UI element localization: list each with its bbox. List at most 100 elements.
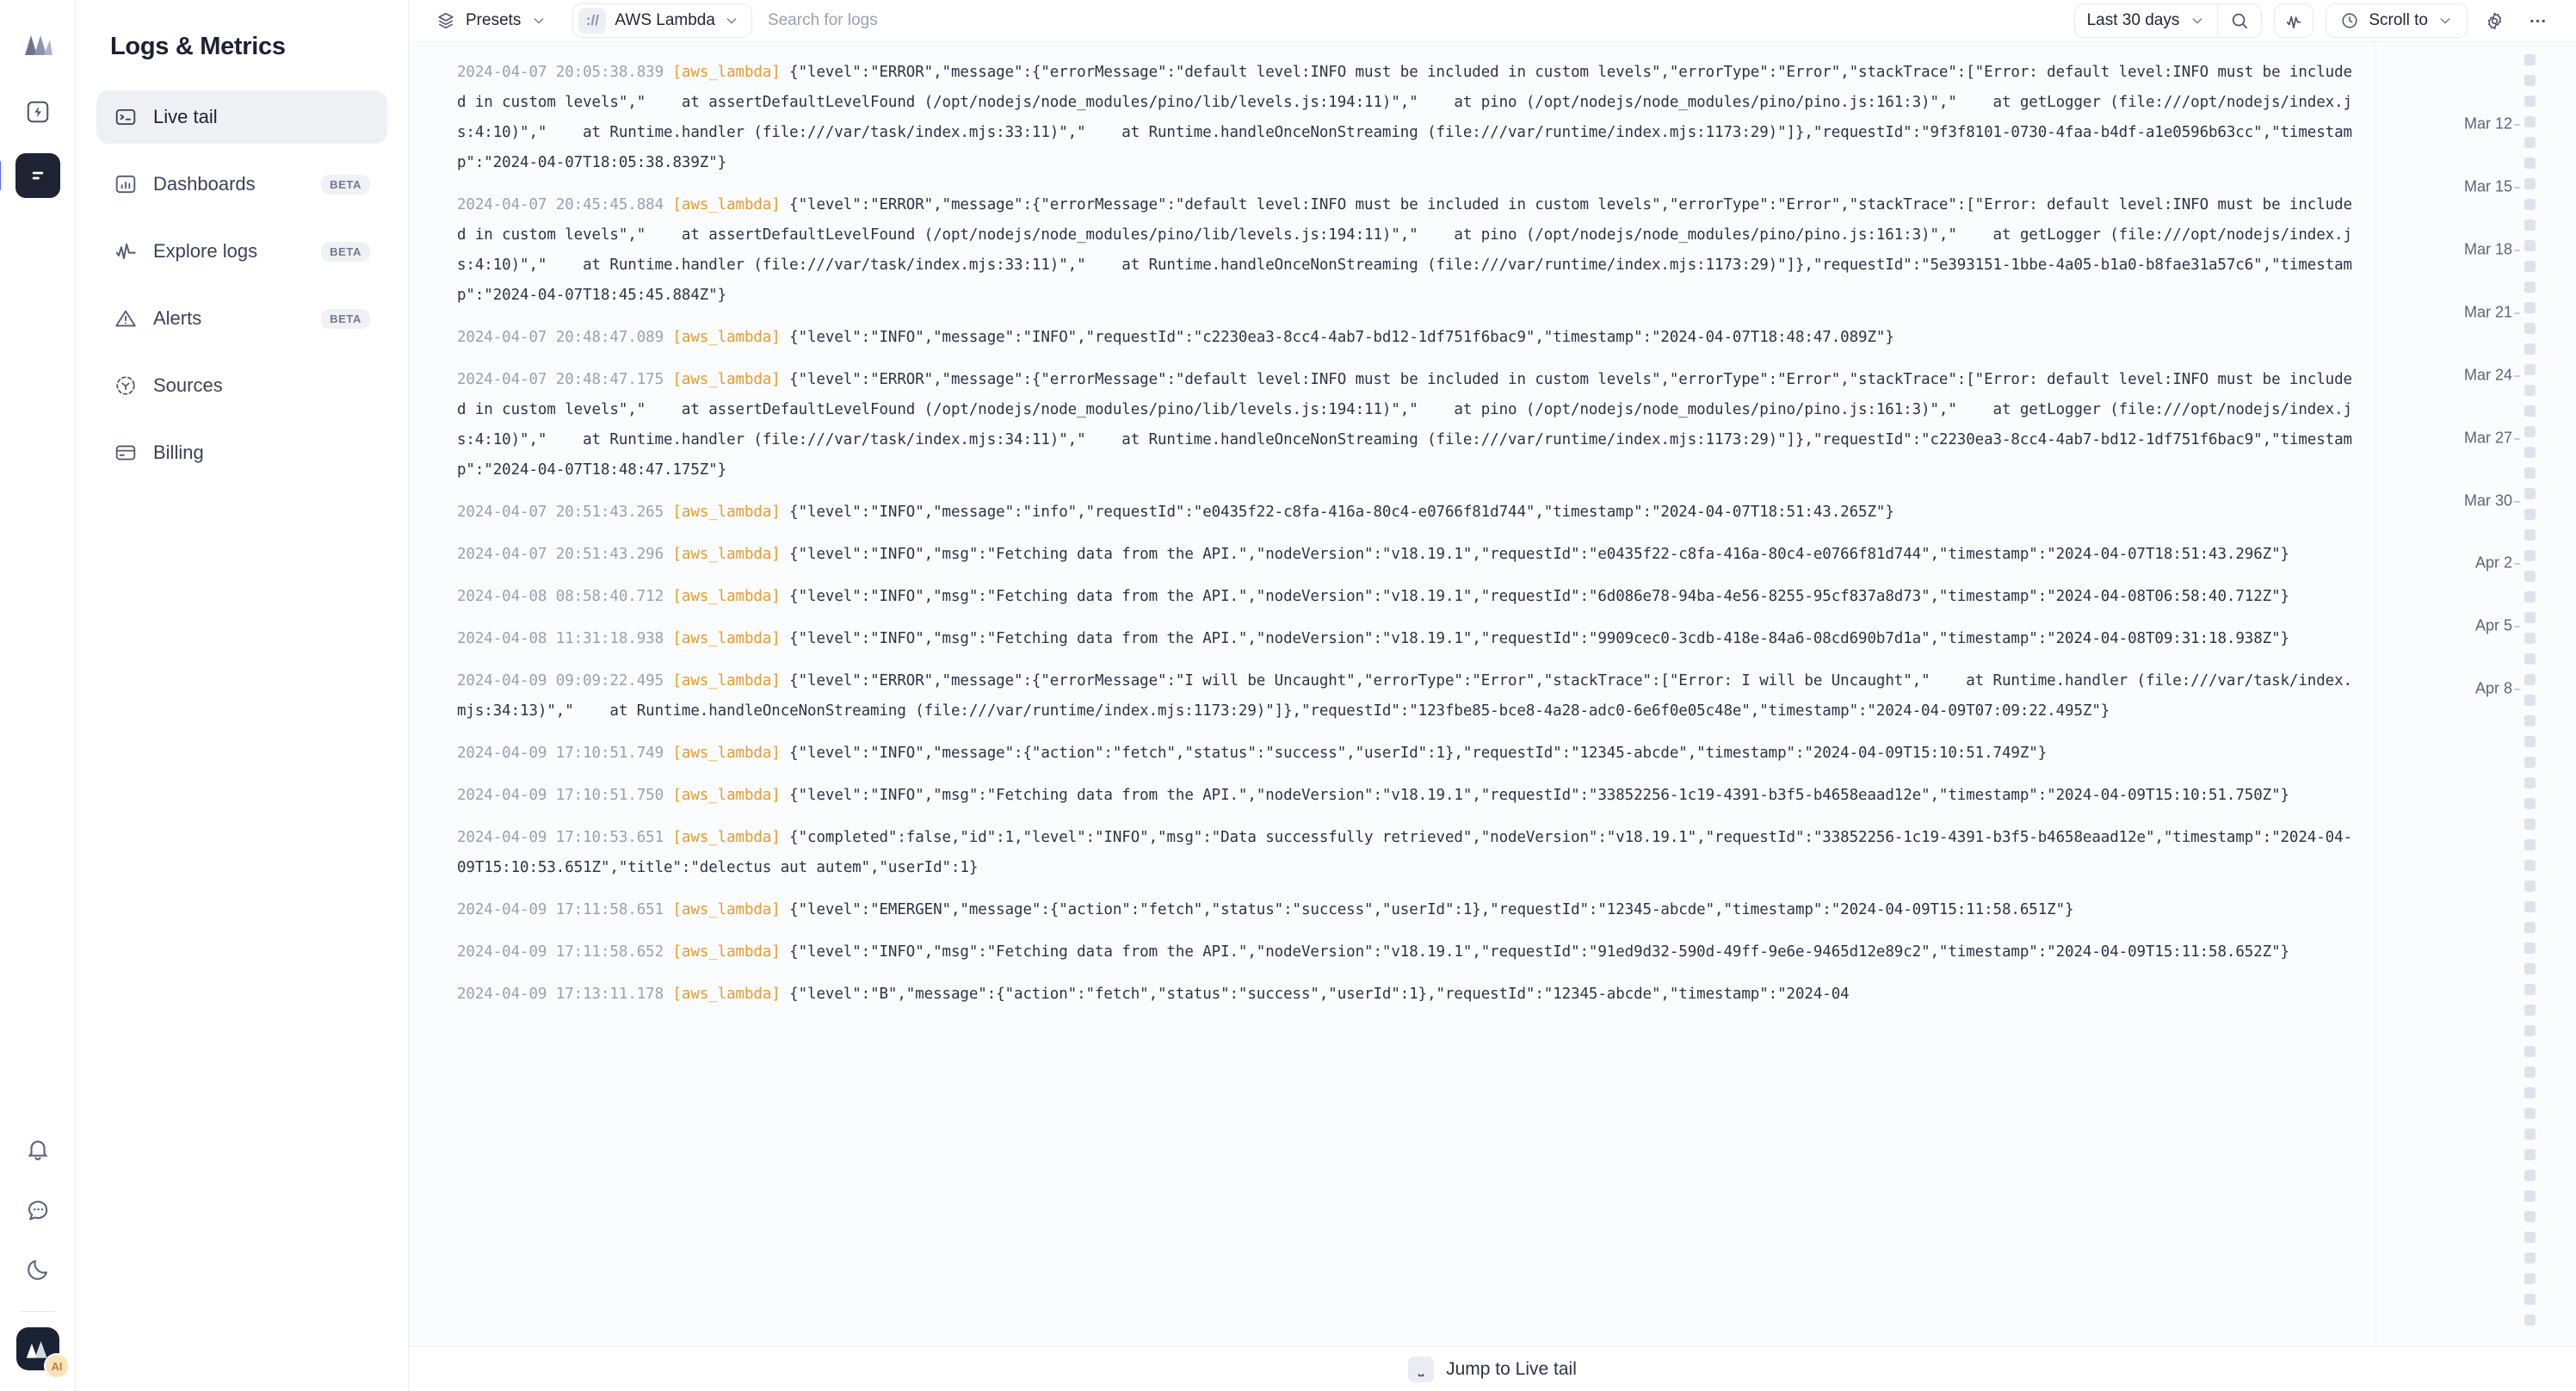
log-message: {"level":"INFO","message":"INFO","reques… xyxy=(789,329,1894,346)
timeline-dot xyxy=(2524,1314,2536,1326)
rail-item-theme[interactable] xyxy=(15,1247,60,1292)
timeline-dot xyxy=(2524,302,2536,313)
rail-item-logs[interactable] xyxy=(0,153,60,198)
log-message: {"level":"EMERGEN","message":{"action":"… xyxy=(789,901,2074,918)
scroll-to-selector[interactable]: Scroll to xyxy=(2326,3,2468,38)
timeline-dot xyxy=(2524,199,2536,210)
live-metrics-button[interactable] xyxy=(2274,3,2314,38)
log-entry[interactable]: 2024-04-09 17:10:51.749 [aws_lambda] {"l… xyxy=(428,739,2355,769)
timeline-dot xyxy=(2524,695,2536,706)
log-source-tag: [aws_lambda] xyxy=(672,787,790,804)
scroll-to-label: Scroll to xyxy=(2369,11,2428,29)
log-source-tag: [aws_lambda] xyxy=(672,329,790,346)
timeline-tick-label: Apr 2 xyxy=(2474,553,2521,572)
timeline-dot xyxy=(2524,777,2536,788)
timeline-dot xyxy=(2524,550,2536,561)
status-badge: BETA xyxy=(321,174,370,195)
search-input[interactable]: Search for logs xyxy=(768,3,2059,38)
sidebar-item-label: Explore logs xyxy=(153,240,258,262)
sidebar-item-live-tail[interactable]: Live tail xyxy=(96,90,387,144)
source-label: AWS Lambda xyxy=(615,11,715,29)
pulse-icon xyxy=(114,239,138,263)
log-entry[interactable]: 2024-04-07 20:51:43.296 [aws_lambda] {"l… xyxy=(428,540,2355,570)
rail-item-integrations[interactable] xyxy=(15,90,60,134)
sidebar-item-label: Live tail xyxy=(153,106,218,127)
timeline-dot xyxy=(2524,116,2536,127)
log-source-tag: [aws_lambda] xyxy=(672,745,790,762)
log-source-tag: [aws_lambda] xyxy=(672,64,790,81)
timeline-dot xyxy=(2524,96,2536,107)
time-range-selector[interactable]: Last 30 days xyxy=(2075,4,2218,37)
log-source-tag: [aws_lambda] xyxy=(672,371,790,388)
clock-icon xyxy=(2340,11,2359,30)
timeline-tick-label: Mar 27 xyxy=(2463,429,2521,447)
log-message: {"level":"INFO","msg":"Fetching data fro… xyxy=(789,787,2289,804)
sidebar: Logs & Metrics Live tail Dashboards BETA xyxy=(76,0,409,1391)
log-list[interactable]: 2024-04-07 20:05:38.839 [aws_lambda] {"l… xyxy=(409,42,2375,1346)
timeline-tick-label: Mar 21 xyxy=(2463,303,2521,321)
page-title: Logs & Metrics xyxy=(110,33,286,60)
log-entry[interactable]: 2024-04-08 08:58:40.712 [aws_lambda] {"l… xyxy=(428,582,2355,612)
log-entry[interactable]: 2024-04-07 20:05:38.839 [aws_lambda] {"l… xyxy=(428,58,2355,178)
log-message: {"level":"INFO","msg":"Fetching data fro… xyxy=(789,588,2289,605)
card-icon xyxy=(114,441,138,465)
log-source-tag: [aws_lambda] xyxy=(672,829,790,846)
sidebar-item-explore-logs[interactable]: Explore logs BETA xyxy=(96,225,387,278)
timeline-dot xyxy=(2524,963,2536,974)
presets-button[interactable]: Presets xyxy=(424,5,559,36)
timeline-tick-label: Mar 24 xyxy=(2463,366,2521,384)
timeline-dot xyxy=(2524,1294,2536,1305)
log-entry[interactable]: 2024-04-09 17:11:58.651 [aws_lambda] {"l… xyxy=(428,895,2355,925)
timeline-dot xyxy=(2524,467,2536,479)
timeline-dot xyxy=(2524,1005,2536,1016)
timeline-gutter[interactable]: Mar 12 Mar 15 Mar 18 Mar 21 Mar 24 Mar 27 Mar … xyxy=(2375,42,2576,1346)
search-button[interactable] xyxy=(2218,4,2261,37)
log-timestamp: 2024-04-09 17:10:53.651 xyxy=(457,829,673,846)
main-area: Presets :// AWS Lambda Search for logs L… xyxy=(409,0,2576,1391)
timeline-dot xyxy=(2524,860,2536,871)
timeline-dot xyxy=(2524,529,2536,541)
sidebar-item-billing[interactable]: Billing xyxy=(96,426,387,479)
log-entry[interactable]: 2024-04-07 20:51:43.265 [aws_lambda] {"l… xyxy=(428,498,2355,528)
rail-item-notifications[interactable] xyxy=(15,1127,60,1172)
timeline-tick-label: Apr 8 xyxy=(2474,679,2521,697)
settings-button[interactable] xyxy=(2478,4,2511,37)
keyboard-key-icon: ⎵ xyxy=(1408,1356,1435,1382)
log-entry[interactable]: 2024-04-08 11:31:18.938 [aws_lambda] {"l… xyxy=(428,624,2355,654)
jump-to-live-tail-bar[interactable]: ⎵ Jump to Live tail xyxy=(409,1346,2576,1391)
log-entry[interactable]: 2024-04-09 17:10:53.651 [aws_lambda] {"c… xyxy=(428,823,2355,883)
sidebar-item-alerts[interactable]: Alerts BETA xyxy=(96,292,387,345)
timeline-dot xyxy=(2524,1087,2536,1098)
timeline-dot xyxy=(2524,488,2536,499)
timeline-dot xyxy=(2524,1170,2536,1181)
terminal-icon xyxy=(114,105,138,129)
log-source-tag: [aws_lambda] xyxy=(672,672,790,689)
timeline-dot xyxy=(2524,1128,2536,1140)
log-message: {"level":"INFO","msg":"Fetching data fro… xyxy=(789,630,2289,647)
timeline-dot xyxy=(2524,385,2536,396)
log-entry[interactable]: 2024-04-09 17:10:51.750 [aws_lambda] {"l… xyxy=(428,781,2355,811)
log-timestamp: 2024-04-08 11:31:18.938 xyxy=(457,630,673,647)
timeline-dot xyxy=(2524,75,2536,86)
log-entry[interactable]: 2024-04-07 20:45:45.884 [aws_lambda] {"l… xyxy=(428,190,2355,311)
log-entry[interactable]: 2024-04-07 20:48:47.175 [aws_lambda] {"l… xyxy=(428,365,2355,485)
more-options-button[interactable] xyxy=(2521,4,2554,37)
log-entry[interactable]: 2024-04-07 20:48:47.089 [aws_lambda] {"l… xyxy=(428,323,2355,353)
log-source-tag: [aws_lambda] xyxy=(672,196,790,213)
log-entry[interactable]: 2024-04-09 17:11:58.652 [aws_lambda] {"l… xyxy=(428,937,2355,968)
source-selector[interactable]: :// AWS Lambda xyxy=(572,3,752,38)
log-timestamp: 2024-04-09 09:09:22.495 xyxy=(457,672,673,689)
timeline-dot xyxy=(2524,819,2536,830)
timeline-dot xyxy=(2524,509,2536,520)
log-message: {"level":"B","message":{"action":"fetch"… xyxy=(789,986,1850,1003)
avatar[interactable]: AI xyxy=(16,1327,70,1379)
log-entry[interactable]: 2024-04-09 17:13:11.178 [aws_lambda] {"l… xyxy=(428,980,2355,1010)
timeline-dot xyxy=(2524,178,2536,189)
sidebar-item-dashboards[interactable]: Dashboards BETA xyxy=(96,158,387,211)
log-entry[interactable]: 2024-04-09 09:09:22.495 [aws_lambda] {"l… xyxy=(428,666,2355,726)
log-timestamp: 2024-04-07 20:48:47.089 xyxy=(457,329,673,346)
chat-icon xyxy=(25,1196,51,1222)
timeline-dot xyxy=(2524,261,2536,272)
sidebar-item-sources[interactable]: Sources xyxy=(96,359,387,412)
rail-item-support[interactable] xyxy=(15,1187,60,1232)
